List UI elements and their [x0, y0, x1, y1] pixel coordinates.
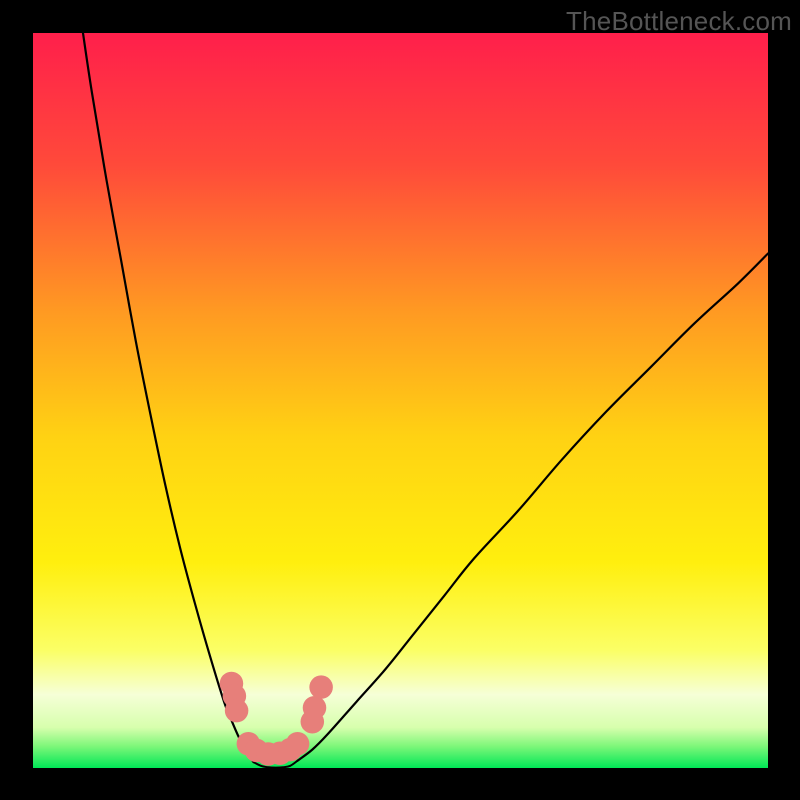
plot-area	[33, 33, 768, 768]
right-marker-4	[309, 675, 333, 699]
gradient-background	[33, 33, 768, 768]
left-marker-3	[225, 699, 249, 723]
chart-container: TheBottleneck.com	[0, 0, 800, 800]
right-marker-3	[303, 696, 327, 720]
right-marker-1	[286, 732, 310, 756]
chart-svg	[33, 33, 768, 768]
